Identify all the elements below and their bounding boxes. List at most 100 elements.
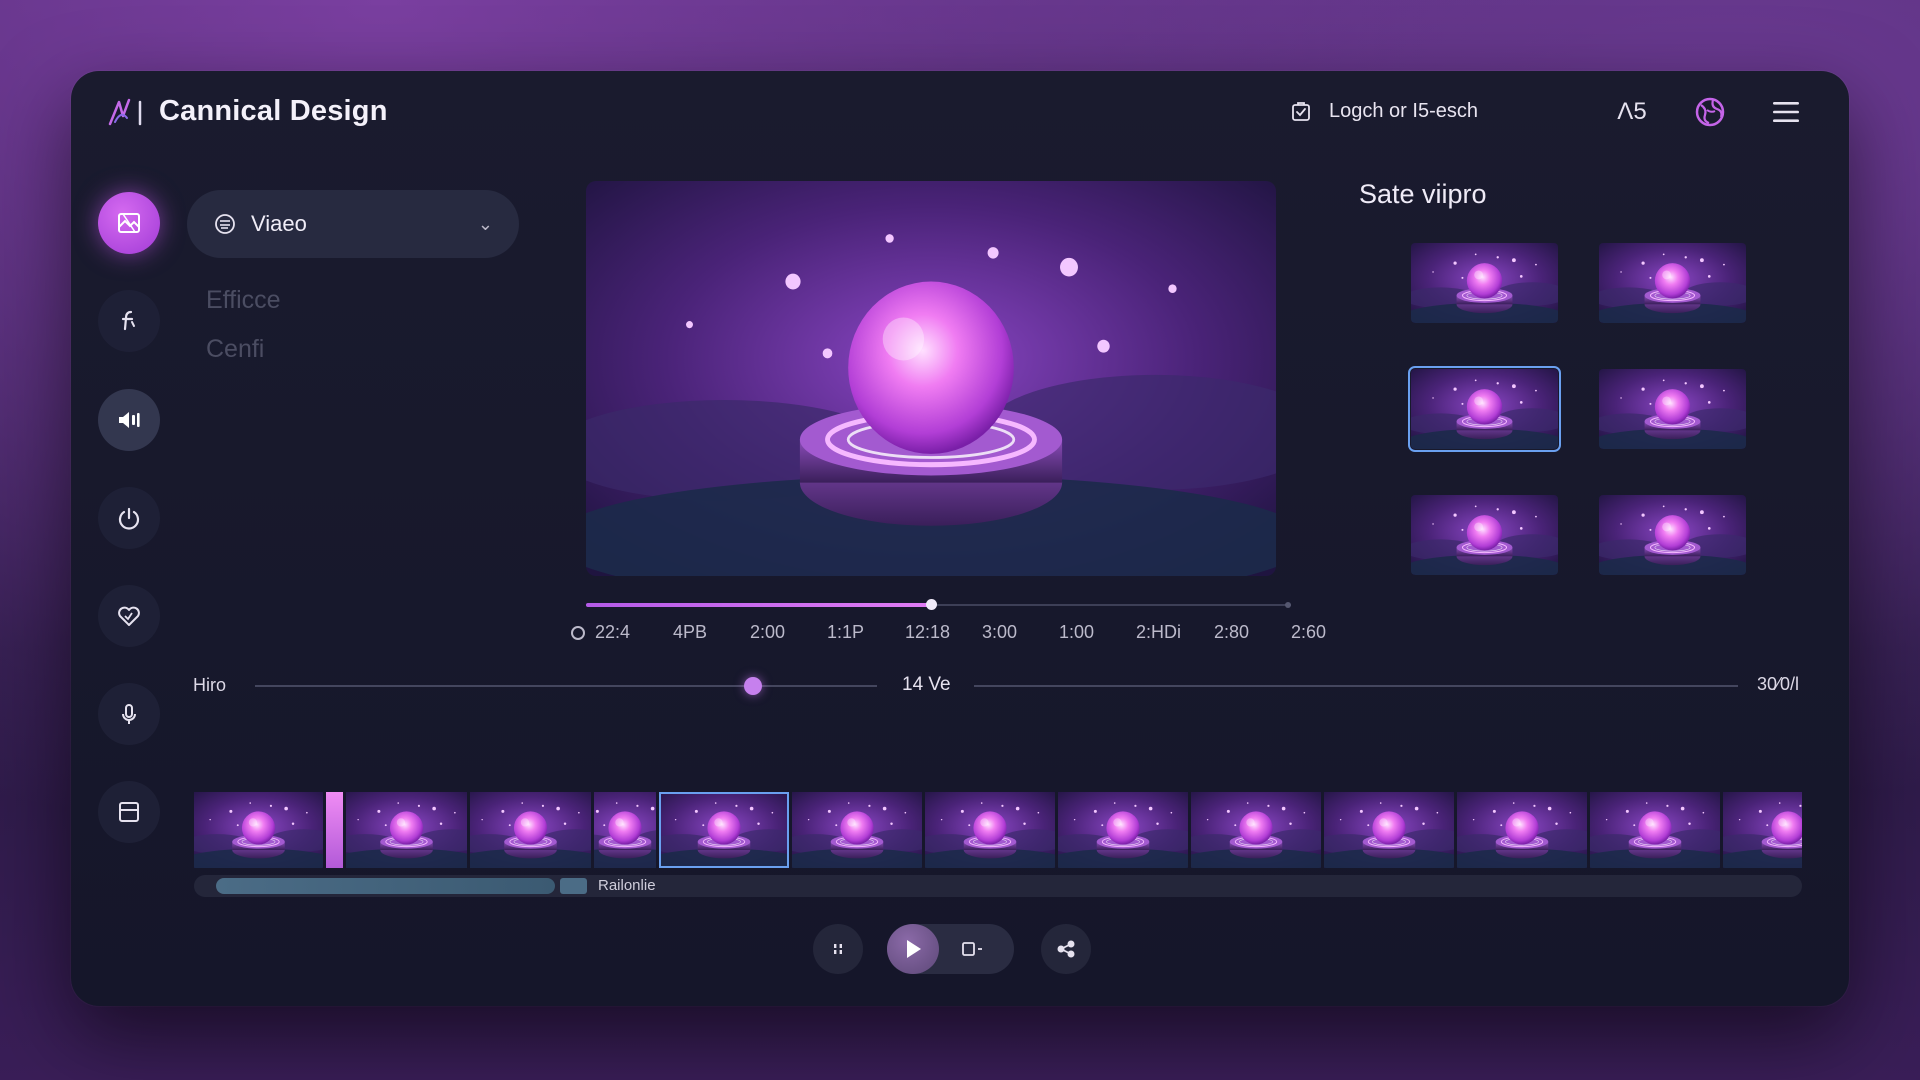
account-button[interactable]: Λ5 xyxy=(1615,97,1649,127)
filmstrip-frame[interactable] xyxy=(346,792,467,868)
thumbnail-image xyxy=(1411,495,1558,575)
gallery-icon xyxy=(118,213,140,233)
timecode: 22:4 xyxy=(595,622,631,642)
thumbnail-image xyxy=(1411,243,1558,323)
chevron-down-icon: ⌄ xyxy=(477,213,493,234)
scrubber-end-dot xyxy=(1285,602,1291,608)
rail-mic-button[interactable] xyxy=(98,683,160,745)
filmstrip-frame[interactable] xyxy=(594,792,656,868)
account-initials: Λ5 xyxy=(1617,98,1647,125)
frame-image xyxy=(1457,792,1587,868)
track-label: Railonlie xyxy=(598,877,656,894)
playback-scrubber[interactable] xyxy=(586,598,1291,612)
filmstrip-frame[interactable] xyxy=(792,792,922,868)
timecode: 12:18 xyxy=(905,622,951,642)
timecode: 2:80 xyxy=(1214,622,1250,642)
play-icon xyxy=(907,940,921,958)
timecode: 4PB xyxy=(673,622,708,642)
share-icon xyxy=(1057,940,1075,958)
timecode: 2:60 xyxy=(1291,622,1327,642)
video-thumbnail[interactable] xyxy=(1408,366,1561,452)
layout-icon xyxy=(119,802,139,822)
video-thumbnail[interactable] xyxy=(1599,243,1746,323)
filmstrip-frame[interactable] xyxy=(659,792,789,868)
app-title: Cannical Design xyxy=(159,95,388,127)
hamburger-menu-icon xyxy=(1773,102,1799,122)
timecode: 1:00 xyxy=(1059,622,1095,642)
microphone-icon xyxy=(122,704,136,724)
globe-button[interactable] xyxy=(1693,97,1727,127)
clipboard-icon xyxy=(1292,102,1310,121)
timecode: 3:00 xyxy=(982,622,1018,642)
range-track-left xyxy=(255,685,877,687)
rail-favorite-button[interactable] xyxy=(98,585,160,647)
video-thumbnail[interactable] xyxy=(1411,495,1558,575)
text-tool-icon xyxy=(121,310,135,331)
frame-image xyxy=(1324,792,1454,868)
range-start-label: Hiro xyxy=(193,675,227,695)
rail-layout-button[interactable] xyxy=(98,781,160,843)
frame-image xyxy=(1723,792,1802,868)
mode-dropdown[interactable]: Viaeo ⌄ xyxy=(187,190,519,258)
video-thumbnail[interactable] xyxy=(1599,369,1746,449)
preview-image xyxy=(586,181,1276,576)
dropdown-label: Viaeo xyxy=(251,211,307,236)
frame-image xyxy=(659,792,789,868)
frame-image xyxy=(346,792,467,868)
heart-icon xyxy=(118,606,140,626)
rail-text-button[interactable] xyxy=(98,290,160,352)
settings-icon xyxy=(215,214,235,234)
audio-track[interactable]: Railonlie xyxy=(194,875,1802,897)
frame-image xyxy=(792,792,922,868)
filmstrip-frame[interactable] xyxy=(1324,792,1454,868)
side-panel-title: Sate viipro xyxy=(1359,179,1487,209)
rail-audio-button[interactable] xyxy=(98,389,160,451)
menu-item-config[interactable]: Cenfi xyxy=(206,335,264,364)
thumbnail-image xyxy=(1411,369,1558,449)
clock-icon xyxy=(571,626,585,640)
track-clip-end[interactable] xyxy=(560,878,587,894)
filmstrip-frame[interactable] xyxy=(470,792,591,868)
menu-item-effects[interactable]: Efficce xyxy=(206,286,281,315)
frame-image xyxy=(594,792,656,868)
clip-icon xyxy=(962,942,982,956)
frame-image xyxy=(1058,792,1188,868)
filmstrip-frame[interactable] xyxy=(1191,792,1321,868)
video-thumbnail[interactable] xyxy=(1599,495,1746,575)
pause-button[interactable] xyxy=(813,924,863,974)
range-slider-handle[interactable] xyxy=(744,677,762,695)
frame-image xyxy=(470,792,591,868)
speaker-icon xyxy=(119,412,140,428)
login-button[interactable]: Logch or I5-esch xyxy=(1289,99,1478,123)
power-icon xyxy=(118,507,140,530)
logo[interactable]: Cannical Design xyxy=(107,95,388,128)
thumbnail-image xyxy=(1599,243,1746,323)
clip-button[interactable] xyxy=(961,941,985,957)
filmstrip-frame[interactable] xyxy=(194,792,323,868)
filmstrip-frame[interactable] xyxy=(925,792,1055,868)
filmstrip-frame[interactable] xyxy=(1590,792,1720,868)
rail-gallery-button[interactable] xyxy=(98,192,160,254)
filmstrip-frame[interactable] xyxy=(1457,792,1587,868)
scrubber-handle[interactable] xyxy=(926,599,938,610)
video-thumbnail[interactable] xyxy=(1411,243,1558,323)
play-button[interactable] xyxy=(887,924,939,974)
logo-icon xyxy=(108,98,142,125)
share-button[interactable] xyxy=(1041,924,1091,974)
range-track-right xyxy=(974,685,1738,687)
header: Cannical Design Logch or I5-esch Λ5 xyxy=(71,71,1849,151)
pause-icon xyxy=(834,944,842,954)
rail-power-button[interactable] xyxy=(98,487,160,549)
thumbnail-image xyxy=(1599,495,1746,575)
filmstrip-frame[interactable] xyxy=(1058,792,1188,868)
timecode: 2:ΗDi xyxy=(1136,622,1182,642)
track-clip[interactable] xyxy=(216,878,555,894)
range-mid-label: 14 Ve xyxy=(902,674,951,695)
timecode: 1:1P xyxy=(827,622,865,642)
video-preview[interactable] xyxy=(586,181,1276,576)
playhead-marker[interactable] xyxy=(326,792,343,868)
filmstrip[interactable] xyxy=(194,792,1802,868)
scrubber-progress xyxy=(586,603,932,607)
menu-button[interactable] xyxy=(1769,97,1803,127)
filmstrip-frame[interactable] xyxy=(1723,792,1802,868)
